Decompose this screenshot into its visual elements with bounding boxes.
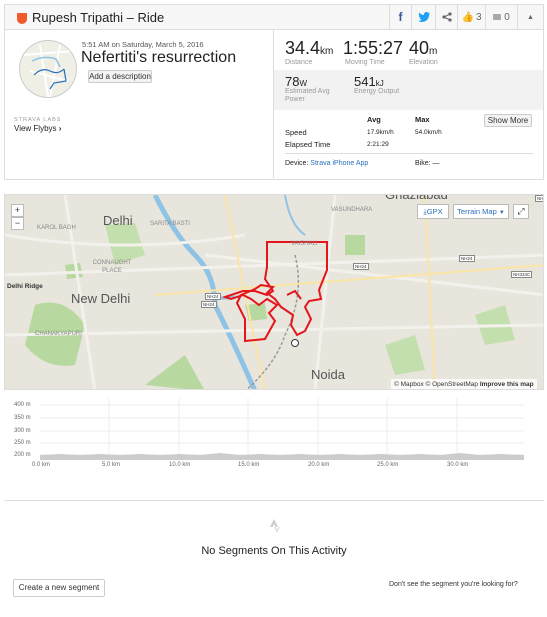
map-attribution: © Mapbox © OpenStreetMap Improve this ma…	[391, 379, 537, 389]
y-tick: 400 m	[14, 402, 31, 408]
zoom-in-button[interactable]: +	[11, 204, 24, 217]
place-label: KAROL BAGH	[37, 225, 76, 231]
avg-header: Avg	[367, 115, 381, 124]
road-shield: NH24	[353, 263, 369, 270]
elevation-area	[40, 453, 524, 460]
chevron-right-icon: ›	[58, 124, 62, 133]
road-shield: NH24	[201, 301, 217, 308]
strava-chevron-icon	[270, 519, 280, 533]
comment-icon	[493, 14, 502, 20]
elapsed-value: 2:21:29	[367, 141, 389, 148]
device-info: Device: Strava iPhone App	[285, 160, 369, 167]
activity-type-shield-icon	[17, 13, 27, 24]
x-tick: 10.0 km	[169, 462, 191, 468]
moving-time-label: Moving Time	[345, 59, 385, 66]
device-link[interactable]: Strava iPhone App	[310, 160, 368, 167]
collapse-chevron-icon[interactable]: ▲	[517, 5, 543, 29]
gpx-download-button[interactable]: ⤓GPX	[417, 204, 449, 219]
share-icon[interactable]	[435, 5, 457, 29]
map-type-dropdown[interactable]: Terrain Map ▼	[453, 204, 509, 219]
kudos-count: 3	[475, 11, 482, 23]
facebook-share-icon[interactable]: f	[389, 5, 411, 29]
comments-button[interactable]: 0	[485, 5, 517, 29]
improve-map-link[interactable]: Improve this map	[480, 381, 534, 388]
energy-value: 541kJ	[354, 74, 384, 89]
distance-label: Distance	[285, 59, 313, 66]
speed-label: Speed	[285, 128, 307, 137]
activity-summary: 5:51 AM on Saturday, March 5, 2016 Nefer…	[4, 30, 544, 180]
y-tick: 350 m	[14, 415, 31, 421]
x-tick: 30.0 km	[447, 462, 469, 468]
no-segments-message: No Segments On This Activity	[201, 545, 347, 557]
x-tick: 15.0 km	[238, 462, 260, 468]
bike-info: Bike: —	[415, 160, 440, 167]
road-shield: NH24	[205, 293, 221, 300]
add-description-button[interactable]: Add a description	[88, 70, 152, 83]
energy-label: Energy Output	[354, 88, 400, 95]
place-label: Delhi	[103, 213, 133, 228]
activity-name[interactable]: Nefertiti's resurrection	[81, 49, 236, 67]
activity-date: 5:51 AM on Saturday, March 5, 2016	[82, 40, 204, 49]
speed-max: 54.0km/h	[415, 129, 442, 136]
elevation-label: Elevation	[409, 59, 438, 66]
place-label: Noida	[311, 367, 345, 382]
avg-power-value: 78W	[285, 74, 308, 89]
x-tick: 25.0 km	[377, 462, 399, 468]
show-more-button[interactable]: Show More	[484, 114, 532, 127]
place-label: CONNAUGHT PLACE	[92, 260, 132, 274]
elapsed-label: Elapsed Time	[285, 140, 331, 149]
road-shield: NH	[535, 195, 544, 202]
segment-help-link[interactable]: Don't see the segment you're looking for…	[389, 581, 518, 588]
place-label: Ghaziabad	[385, 194, 448, 202]
kudos-button[interactable]: 👍 3	[457, 5, 485, 29]
place-label: New Delhi	[71, 291, 131, 306]
route-thumbnail[interactable]	[19, 40, 77, 98]
fullscreen-icon[interactable]: ⤢	[513, 204, 529, 219]
elevation-chart[interactable]: 400 m 350 m 300 m 250 m 200 m 0.0 km 5.0…	[4, 398, 544, 478]
zoom-out-button[interactable]: −	[11, 217, 24, 230]
caret-down-icon: ▼	[498, 210, 505, 216]
strava-labs-label: STRAVA LABS	[14, 117, 62, 123]
activity-header: Rupesh Tripathi – Ride f 👍 3 0 ▲	[4, 4, 544, 30]
segments-section: No Segments On This Activity Create a ne…	[4, 500, 544, 610]
speed-avg: 17.9km/h	[367, 129, 394, 136]
thumbs-up-icon: 👍	[461, 11, 474, 23]
road-shield: NH334C	[511, 271, 533, 278]
page-title: Rupesh Tripathi – Ride	[32, 10, 165, 25]
place-label: VASUNDHARA	[331, 207, 373, 213]
comment-count: 0	[504, 11, 510, 23]
road-shield: NH24	[459, 255, 475, 262]
create-segment-button[interactable]: Create a new segment	[13, 579, 105, 597]
route-map[interactable]: Delhi New Delhi Noida Ghaziabad KAROL BA…	[4, 194, 544, 390]
elevation-value: 40m	[409, 38, 438, 58]
avg-power-label: Estimated Avg Power	[285, 88, 330, 103]
x-tick: 0.0 km	[32, 462, 51, 468]
moving-time-value: 1:55:27	[343, 38, 404, 58]
x-tick: 5.0 km	[102, 462, 121, 468]
twitter-share-icon[interactable]	[411, 5, 435, 29]
table-divider	[285, 153, 533, 154]
y-tick: 200 m	[14, 452, 31, 458]
finish-flag-icon[interactable]	[291, 339, 299, 347]
place-label: Delhi Ridge	[7, 283, 43, 290]
max-header: Max	[415, 115, 430, 124]
place-label: VAISHALI	[291, 241, 318, 247]
x-tick: 20.0 km	[308, 462, 330, 468]
y-tick: 250 m	[14, 440, 31, 446]
y-tick: 300 m	[14, 428, 31, 434]
view-flybys-link[interactable]: View Flybys ›	[14, 124, 61, 133]
distance-value: 34.4km	[285, 38, 334, 58]
elevation-plot[interactable]	[40, 398, 524, 462]
place-label: CHANAKYAPURI	[35, 331, 82, 337]
place-label: SARITA BASTI	[150, 221, 190, 227]
